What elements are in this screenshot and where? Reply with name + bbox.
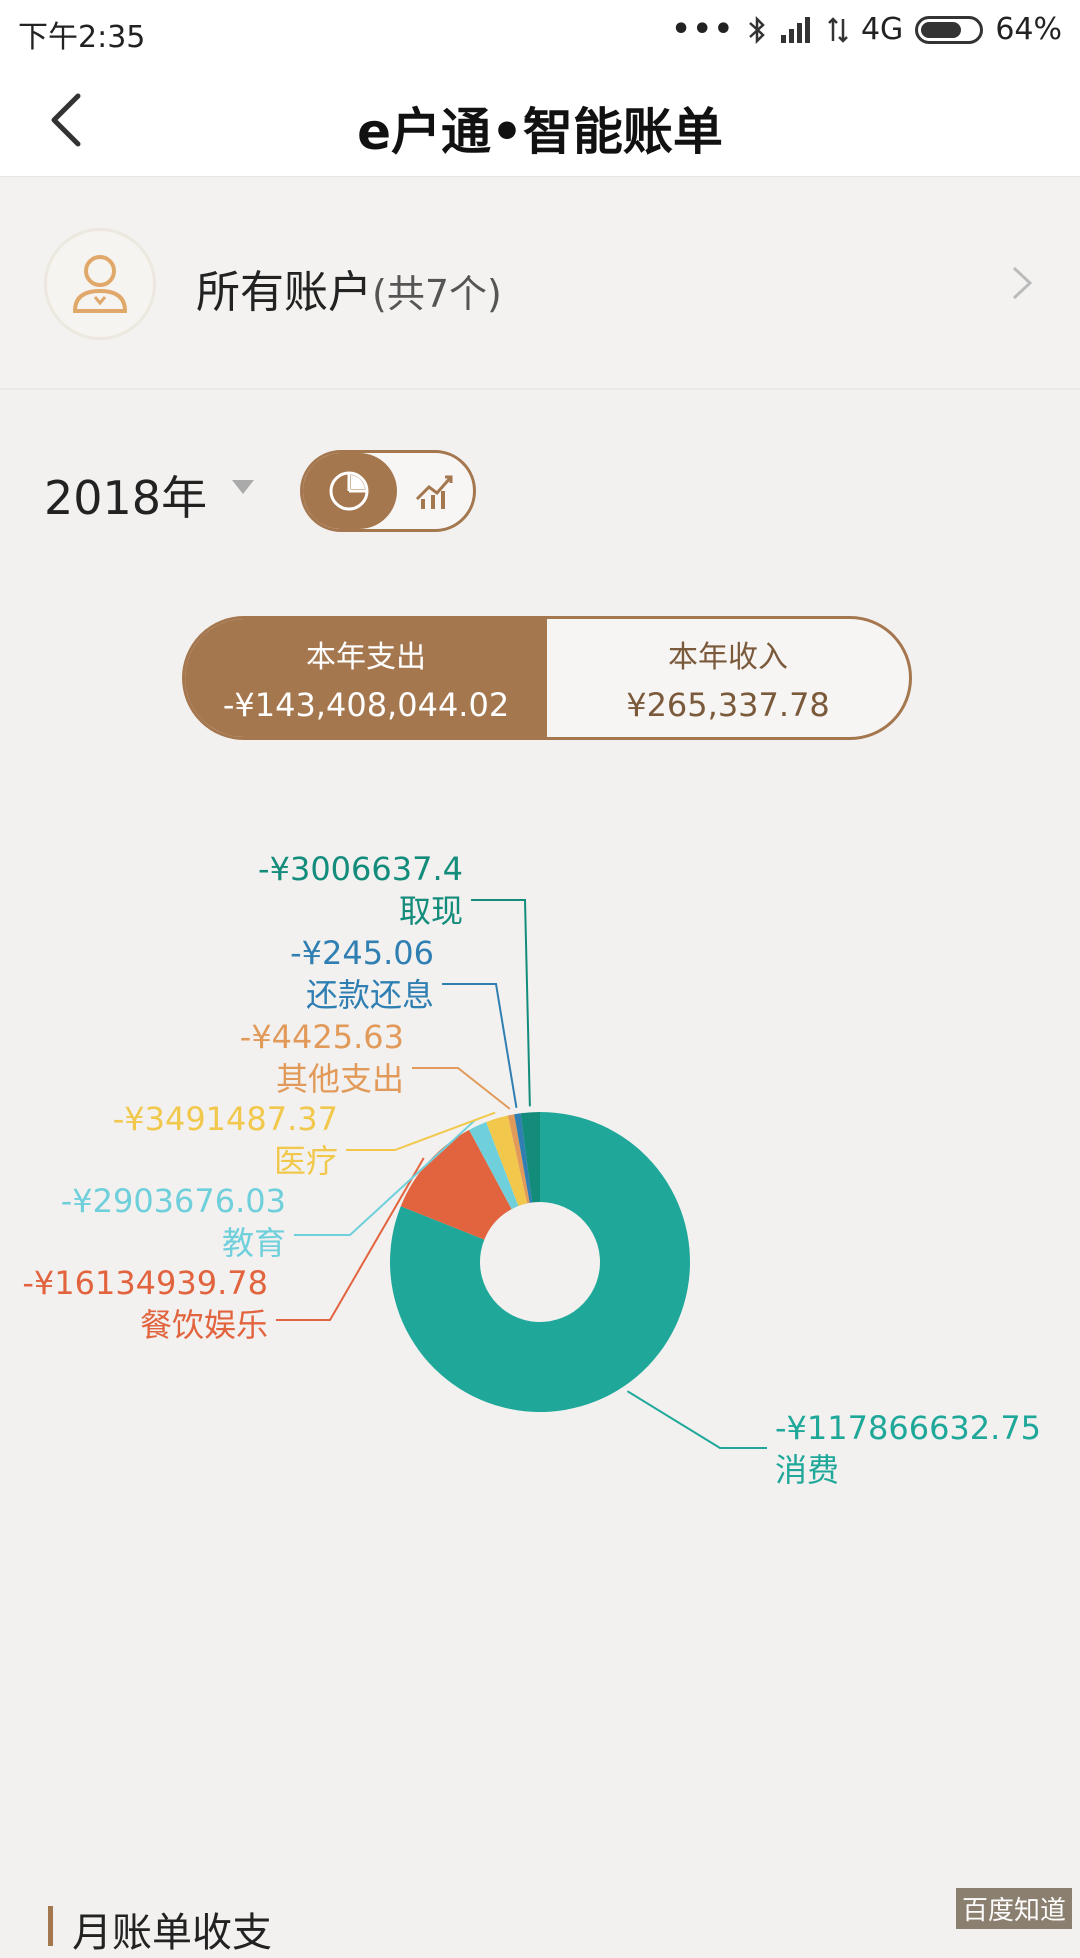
slice-value-label: -¥3006637.4: [258, 850, 463, 888]
slice-category-label: 还款还息: [306, 976, 434, 1014]
leader-line: [471, 899, 531, 1107]
tab-income[interactable]: 本年收入 ¥265,337.78: [547, 619, 909, 737]
leader-line: [442, 983, 518, 1108]
user-icon: [72, 255, 128, 313]
pie-chart-icon: [329, 471, 369, 511]
slice-value-label: -¥3491487.37: [113, 1100, 338, 1138]
account-count: (共7个): [372, 272, 502, 316]
trend-chart-icon[interactable]: [415, 471, 457, 511]
battery-percent: 64%: [995, 12, 1062, 47]
slice-value-label: -¥2903676.03: [61, 1182, 286, 1220]
avatar: [44, 228, 156, 340]
toggle-pie-option[interactable]: [303, 453, 397, 529]
leader-line: [626, 1390, 767, 1449]
account-name: 所有账户: [196, 267, 372, 318]
watermark: 百度知道: [955, 1888, 1072, 1929]
slice-value-label: -¥16134939.78: [22, 1264, 268, 1302]
slice-category-label: 其他支出: [276, 1060, 404, 1098]
section-accent-bar: [48, 1906, 53, 1946]
account-label: 所有账户(共7个): [196, 256, 502, 320]
status-time: 下午2:35: [18, 20, 146, 55]
monthly-bill-section: 月账单收支: [0, 1880, 1080, 1956]
chart-view-toggle: [300, 450, 476, 532]
tab-expense[interactable]: 本年支出 -¥143,408,044.02: [185, 619, 547, 737]
network-type: 4G: [860, 12, 904, 47]
slice-value-label: -¥117866632.75: [775, 1409, 1041, 1447]
status-bar: 下午2:35 ••• 4G 64%: [0, 0, 1080, 64]
chevron-right-icon: [1012, 266, 1033, 300]
status-icons: ••• 4G 64%: [671, 12, 1062, 47]
signal-icon: [780, 16, 810, 43]
slice-category-label: 教育: [222, 1224, 286, 1262]
expense-donut-chart: -¥117866632.75 消费 -¥16134939.78 餐饮娱乐 -¥29036…: [22, 850, 1041, 1489]
more-dots-icon: •••: [671, 12, 735, 47]
slice-category-label: 餐饮娱乐: [140, 1306, 268, 1344]
slice-category-label: 医疗: [274, 1142, 338, 1180]
data-transfer-icon: [828, 16, 848, 43]
income-value: ¥265,337.78: [626, 686, 830, 724]
slice-category-label: 取现: [399, 892, 463, 930]
year-dropdown-icon[interactable]: [232, 480, 254, 494]
bluetooth-icon: [749, 15, 765, 44]
leader-line: [412, 1067, 511, 1110]
slice-value-label: -¥245.06: [290, 934, 434, 972]
slice-category-label: 消费: [775, 1451, 839, 1489]
expense-label: 本年支出: [306, 640, 426, 675]
page-title: e户通•智能账单: [357, 103, 723, 161]
battery-icon: [915, 15, 984, 44]
nav-bar: e户通•智能账单: [0, 64, 1080, 177]
income-label: 本年收入: [668, 640, 788, 675]
expense-value: -¥143,408,044.02: [222, 686, 510, 724]
account-selector[interactable]: 所有账户(共7个): [0, 178, 1080, 390]
section-title: 月账单收支: [72, 1910, 272, 1956]
totals-segmented-control: 本年支出 -¥143,408,044.02 本年收入 ¥265,337.78: [182, 616, 912, 740]
year-selector[interactable]: 2018年: [44, 462, 207, 528]
slice-value-label: -¥4425.63: [240, 1018, 404, 1056]
